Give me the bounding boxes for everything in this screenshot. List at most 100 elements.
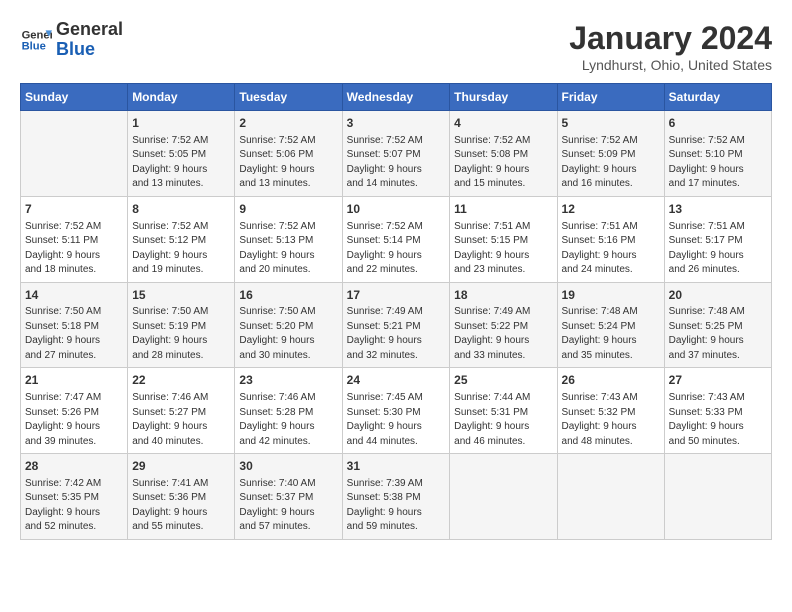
weekday-header: Sunday bbox=[21, 84, 128, 111]
day-number: 21 bbox=[25, 372, 123, 389]
weekday-header: Friday bbox=[557, 84, 664, 111]
weekday-header-row: SundayMondayTuesdayWednesdayThursdayFrid… bbox=[21, 84, 772, 111]
calendar-cell: 18Sunrise: 7:49 AM Sunset: 5:22 PM Dayli… bbox=[450, 282, 557, 368]
calendar-cell: 7Sunrise: 7:52 AM Sunset: 5:11 PM Daylig… bbox=[21, 196, 128, 282]
calendar-cell: 19Sunrise: 7:48 AM Sunset: 5:24 PM Dayli… bbox=[557, 282, 664, 368]
day-sun-info: Sunrise: 7:47 AM Sunset: 5:26 PM Dayligh… bbox=[25, 391, 123, 449]
calendar-cell: 30Sunrise: 7:40 AM Sunset: 5:37 PM Dayli… bbox=[235, 454, 342, 540]
page-header: General Blue General Blue January 2024 L… bbox=[20, 20, 772, 73]
day-sun-info: Sunrise: 7:43 AM Sunset: 5:33 PM Dayligh… bbox=[669, 391, 767, 449]
day-sun-info: Sunrise: 7:48 AM Sunset: 5:25 PM Dayligh… bbox=[669, 305, 767, 363]
weekday-header: Wednesday bbox=[342, 84, 450, 111]
calendar-cell: 8 Sunrise: 7:52 AM Sunset: 5:12 PM Daylig… bbox=[128, 196, 235, 282]
weekday-header: Saturday bbox=[664, 84, 771, 111]
calendar-week-row: 1Sunrise: 7:52 AM Sunset: 5:05 PM Daylig… bbox=[21, 111, 772, 197]
calendar-cell bbox=[557, 454, 664, 540]
calendar-cell: 2 Sunrise: 7:52 AM Sunset: 5:06 PM Daylig… bbox=[235, 111, 342, 197]
weekday-header: Monday bbox=[128, 84, 235, 111]
day-number: 24 bbox=[347, 372, 446, 389]
day-sun-info: Sunrise: 7:52 AM Sunset: 5:12 PM Dayligh… bbox=[132, 220, 230, 278]
calendar-cell: 12 Sunrise: 7:51 AM Sunset: 5:16 PM Dayli… bbox=[557, 196, 664, 282]
calendar-cell: 13Sunrise: 7:51 AM Sunset: 5:17 PM Dayli… bbox=[664, 196, 771, 282]
day-number: 14 bbox=[25, 287, 123, 304]
day-number: 17 bbox=[347, 287, 446, 304]
logo-line2: Blue bbox=[56, 40, 123, 60]
svg-text:Blue: Blue bbox=[22, 40, 46, 52]
day-sun-info: Sunrise: 7:39 AM Sunset: 5:38 PM Dayligh… bbox=[347, 477, 446, 535]
day-number: 19 bbox=[562, 287, 660, 304]
day-number: 25 bbox=[454, 372, 552, 389]
calendar-week-row: 7Sunrise: 7:52 AM Sunset: 5:11 PM Daylig… bbox=[21, 196, 772, 282]
day-sun-info: Sunrise: 7:42 AM Sunset: 5:35 PM Dayligh… bbox=[25, 477, 123, 535]
day-number: 4 bbox=[454, 115, 552, 132]
calendar-cell bbox=[450, 454, 557, 540]
day-sun-info: Sunrise: 7:52 AM Sunset: 5:06 PM Dayligh… bbox=[239, 134, 337, 192]
calendar-cell: 11Sunrise: 7:51 AM Sunset: 5:15 PM Dayli… bbox=[450, 196, 557, 282]
calendar-cell: 16Sunrise: 7:50 AM Sunset: 5:20 PM Dayli… bbox=[235, 282, 342, 368]
day-number: 6 bbox=[669, 115, 767, 132]
day-sun-info: Sunrise: 7:52 AM Sunset: 5:08 PM Dayligh… bbox=[454, 134, 552, 192]
calendar-cell: 28 Sunrise: 7:42 AM Sunset: 5:35 PM Dayli… bbox=[21, 454, 128, 540]
calendar-cell: 3Sunrise: 7:52 AM Sunset: 5:07 PM Daylig… bbox=[342, 111, 450, 197]
calendar-cell: 31 Sunrise: 7:39 AM Sunset: 5:38 PM Dayli… bbox=[342, 454, 450, 540]
day-sun-info: Sunrise: 7:45 AM Sunset: 5:30 PM Dayligh… bbox=[347, 391, 446, 449]
calendar-week-row: 28 Sunrise: 7:42 AM Sunset: 5:35 PM Dayli… bbox=[21, 454, 772, 540]
day-sun-info: Sunrise: 7:43 AM Sunset: 5:32 PM Dayligh… bbox=[562, 391, 660, 449]
calendar-cell: 20Sunrise: 7:48 AM Sunset: 5:25 PM Dayli… bbox=[664, 282, 771, 368]
day-sun-info: Sunrise: 7:51 AM Sunset: 5:16 PM Dayligh… bbox=[562, 220, 660, 278]
weekday-header: Tuesday bbox=[235, 84, 342, 111]
day-sun-info: Sunrise: 7:49 AM Sunset: 5:21 PM Dayligh… bbox=[347, 305, 446, 363]
calendar-cell: 27Sunrise: 7:43 AM Sunset: 5:33 PM Dayli… bbox=[664, 368, 771, 454]
calendar-cell: 21 Sunrise: 7:47 AM Sunset: 5:26 PM Dayli… bbox=[21, 368, 128, 454]
weekday-header: Thursday bbox=[450, 84, 557, 111]
calendar-cell: 15Sunrise: 7:50 AM Sunset: 5:19 PM Dayli… bbox=[128, 282, 235, 368]
day-sun-info: Sunrise: 7:52 AM Sunset: 5:13 PM Dayligh… bbox=[239, 220, 337, 278]
day-number: 15 bbox=[132, 287, 230, 304]
calendar-cell: 23 Sunrise: 7:46 AM Sunset: 5:28 PM Dayli… bbox=[235, 368, 342, 454]
title-block: January 2024 Lyndhurst, Ohio, United Sta… bbox=[569, 20, 772, 73]
day-sun-info: Sunrise: 7:50 AM Sunset: 5:19 PM Dayligh… bbox=[132, 305, 230, 363]
calendar-cell: 25 Sunrise: 7:44 AM Sunset: 5:31 PM Dayli… bbox=[450, 368, 557, 454]
calendar-week-row: 21 Sunrise: 7:47 AM Sunset: 5:26 PM Dayli… bbox=[21, 368, 772, 454]
day-number: 9 bbox=[239, 201, 337, 218]
day-number: 26 bbox=[562, 372, 660, 389]
day-sun-info: Sunrise: 7:51 AM Sunset: 5:15 PM Dayligh… bbox=[454, 220, 552, 278]
day-sun-info: Sunrise: 7:44 AM Sunset: 5:31 PM Dayligh… bbox=[454, 391, 552, 449]
day-sun-info: Sunrise: 7:46 AM Sunset: 5:28 PM Dayligh… bbox=[239, 391, 337, 449]
logo-icon: General Blue bbox=[20, 24, 52, 56]
calendar-cell: 26 Sunrise: 7:43 AM Sunset: 5:32 PM Dayli… bbox=[557, 368, 664, 454]
day-sun-info: Sunrise: 7:50 AM Sunset: 5:20 PM Dayligh… bbox=[239, 305, 337, 363]
day-number: 18 bbox=[454, 287, 552, 304]
calendar-cell: 6 Sunrise: 7:52 AM Sunset: 5:10 PM Daylig… bbox=[664, 111, 771, 197]
day-number: 8 bbox=[132, 201, 230, 218]
day-number: 20 bbox=[669, 287, 767, 304]
day-number: 2 bbox=[239, 115, 337, 132]
day-number: 13 bbox=[669, 201, 767, 218]
calendar-cell: 4 Sunrise: 7:52 AM Sunset: 5:08 PM Daylig… bbox=[450, 111, 557, 197]
day-number: 7 bbox=[25, 201, 123, 218]
day-number: 10 bbox=[347, 201, 446, 218]
calendar-cell bbox=[664, 454, 771, 540]
calendar-cell: 17Sunrise: 7:49 AM Sunset: 5:21 PM Dayli… bbox=[342, 282, 450, 368]
day-sun-info: Sunrise: 7:50 AM Sunset: 5:18 PM Dayligh… bbox=[25, 305, 123, 363]
day-sun-info: Sunrise: 7:52 AM Sunset: 5:14 PM Dayligh… bbox=[347, 220, 446, 278]
day-number: 22 bbox=[132, 372, 230, 389]
day-sun-info: Sunrise: 7:48 AM Sunset: 5:24 PM Dayligh… bbox=[562, 305, 660, 363]
day-sun-info: Sunrise: 7:52 AM Sunset: 5:10 PM Dayligh… bbox=[669, 134, 767, 192]
logo: General Blue General Blue bbox=[20, 20, 123, 60]
day-number: 23 bbox=[239, 372, 337, 389]
calendar-cell bbox=[21, 111, 128, 197]
day-number: 3 bbox=[347, 115, 446, 132]
day-sun-info: Sunrise: 7:49 AM Sunset: 5:22 PM Dayligh… bbox=[454, 305, 552, 363]
calendar-cell: 29Sunrise: 7:41 AM Sunset: 5:36 PM Dayli… bbox=[128, 454, 235, 540]
calendar-cell: 9 Sunrise: 7:52 AM Sunset: 5:13 PM Daylig… bbox=[235, 196, 342, 282]
calendar-subtitle: Lyndhurst, Ohio, United States bbox=[569, 57, 772, 73]
calendar-cell: 5Sunrise: 7:52 AM Sunset: 5:09 PM Daylig… bbox=[557, 111, 664, 197]
day-sun-info: Sunrise: 7:52 AM Sunset: 5:05 PM Dayligh… bbox=[132, 134, 230, 192]
day-number: 12 bbox=[562, 201, 660, 218]
day-sun-info: Sunrise: 7:40 AM Sunset: 5:37 PM Dayligh… bbox=[239, 477, 337, 535]
calendar-table: SundayMondayTuesdayWednesdayThursdayFrid… bbox=[20, 83, 772, 540]
day-number: 31 bbox=[347, 458, 446, 475]
day-number: 28 bbox=[25, 458, 123, 475]
calendar-week-row: 14Sunrise: 7:50 AM Sunset: 5:18 PM Dayli… bbox=[21, 282, 772, 368]
